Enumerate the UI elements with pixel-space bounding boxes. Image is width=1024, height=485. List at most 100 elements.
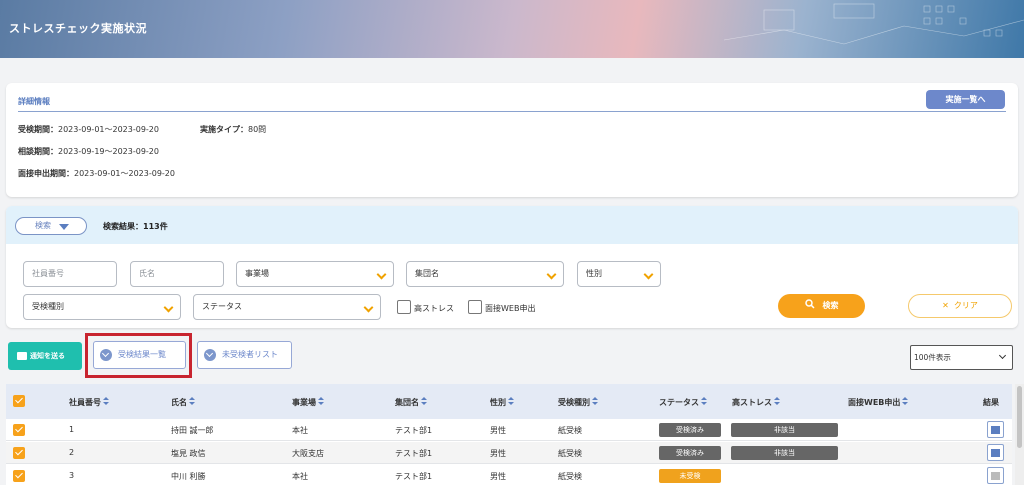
scrollbar[interactable]: [1015, 384, 1024, 485]
cell-name: 持田 誠一郎: [171, 426, 214, 435]
col-web-interview[interactable]: 面接WEB申出: [848, 397, 909, 408]
cell-gender: 男性: [490, 472, 506, 481]
chevron-down-icon: [998, 351, 1007, 360]
interview-period: 面接申出期間：2023-09-01～2023-09-20: [18, 168, 175, 179]
cell-exam-type: 紙受検: [558, 426, 582, 435]
sort-icon: [774, 397, 780, 406]
close-icon: ✕: [942, 301, 949, 310]
col-result: 結果: [983, 398, 999, 407]
cell-exam-type: 紙受検: [558, 449, 582, 458]
chevron-down-icon: [163, 302, 174, 313]
chevron-down-icon: [546, 269, 557, 280]
sort-icon: [103, 397, 109, 406]
search-toggle-label: 検索: [35, 221, 51, 230]
implementation-list-button[interactable]: 実施一覧へ: [926, 90, 1005, 109]
col-group[interactable]: 集団名: [395, 397, 427, 408]
mail-icon: [17, 352, 27, 360]
unexamined-list-label: 未受検者リスト: [222, 350, 278, 359]
search-toggle-button[interactable]: 検索: [15, 217, 87, 235]
sort-icon: [508, 397, 514, 406]
col-exam-type[interactable]: 受検種別: [558, 397, 598, 408]
row-checkbox[interactable]: [13, 447, 25, 459]
send-notification-label: 通知を送る: [30, 352, 65, 360]
exam-type-label: 実施タイプ：: [200, 125, 248, 134]
col-status[interactable]: ステータス: [659, 397, 707, 408]
cell-employee-number: 1: [69, 425, 75, 434]
status-badge: 受検済み: [659, 446, 721, 460]
row-checkbox[interactable]: [13, 470, 25, 482]
consult-period-label: 相談期間：: [18, 147, 58, 156]
office-select[interactable]: 事業場: [236, 261, 394, 287]
cell-group: テスト部1: [395, 472, 433, 481]
col-name-label: 氏名: [171, 398, 187, 407]
col-employee-number-label: 社員番号: [69, 398, 101, 407]
search-button-label: 検索: [822, 301, 839, 310]
gender-select-value: 性別: [586, 269, 602, 278]
exam-period-label: 受検期間：: [18, 125, 58, 134]
high-stress-checkbox[interactable]: [397, 300, 411, 314]
cell-exam-type: 紙受検: [558, 472, 582, 481]
office-select-value: 事業場: [245, 269, 269, 278]
group-select[interactable]: 集団名: [406, 261, 564, 287]
row-checkbox[interactable]: [13, 424, 25, 436]
col-employee-number[interactable]: 社員番号: [69, 397, 109, 408]
per-page-value: 100件表示: [914, 353, 951, 362]
col-status-label: ステータス: [659, 398, 699, 407]
col-high-stress-label: 高ストレス: [732, 398, 772, 407]
page-banner: ストレスチェック実施状況: [0, 0, 1024, 58]
cell-name: 中川 利勝: [171, 472, 206, 481]
table-row: 3 中川 利勝 本社 テスト部1 男性 紙受検 未受検: [6, 465, 1012, 485]
name-input[interactable]: 氏名: [130, 261, 224, 287]
detail-heading: 詳細情報: [18, 97, 50, 106]
page-title: ストレスチェック実施状況: [9, 22, 147, 35]
cell-office: 本社: [292, 426, 308, 435]
unexamined-list-button[interactable]: 未受検者リスト: [197, 341, 292, 369]
send-notification-button[interactable]: 通知を送る: [8, 342, 82, 370]
clear-button-label: クリア: [953, 301, 978, 310]
per-page-select[interactable]: 100件表示: [910, 345, 1013, 370]
cell-office: 本社: [292, 472, 308, 481]
col-office[interactable]: 事業場: [292, 397, 324, 408]
web-interview-checkbox[interactable]: [468, 300, 482, 314]
download-icon: [204, 349, 216, 361]
select-all-checkbox[interactable]: [13, 395, 25, 407]
high-stress-badge: 非該当: [731, 423, 838, 437]
bar-chart-icon: [991, 426, 1000, 434]
sort-icon: [421, 397, 427, 406]
clear-button[interactable]: ✕ クリア: [908, 294, 1012, 318]
bar-chart-icon: [991, 449, 1000, 457]
group-select-value: 集団名: [415, 269, 439, 278]
exam-type-value: 80問: [248, 125, 267, 134]
result-button[interactable]: [987, 444, 1004, 461]
consult-period: 相談期間：2023-09-19～2023-09-20: [18, 146, 159, 157]
gender-select[interactable]: 性別: [577, 261, 661, 287]
col-gender[interactable]: 性別: [490, 397, 514, 408]
sort-icon: [592, 397, 598, 406]
chevron-down-icon: [376, 269, 387, 280]
scrollbar-thumb[interactable]: [1017, 386, 1022, 448]
detail-divider: [18, 111, 1006, 112]
cell-gender: 男性: [490, 426, 506, 435]
col-name[interactable]: 氏名: [171, 397, 195, 408]
col-high-stress[interactable]: 高ストレス: [732, 397, 780, 408]
status-select[interactable]: ステータス: [193, 294, 381, 320]
search-icon: [804, 299, 815, 309]
result-button[interactable]: [987, 467, 1004, 484]
chevron-down-icon: [363, 302, 374, 313]
col-office-label: 事業場: [292, 398, 316, 407]
cell-gender: 男性: [490, 449, 506, 458]
exam-period: 受検期間：2023-09-01～2023-09-20: [18, 124, 159, 135]
bar-chart-icon: [991, 472, 1000, 480]
search-panel: 検索 検索結果：113件 社員番号 氏名 事業場 集団名 性別 受検種別 ステー…: [6, 206, 1018, 328]
employee-number-input[interactable]: 社員番号: [23, 261, 117, 287]
high-stress-label: 高ストレス: [414, 304, 454, 313]
exam-type-select[interactable]: 受検種別: [23, 294, 181, 320]
cell-group: テスト部1: [395, 449, 433, 458]
sort-icon: [701, 397, 707, 406]
result-button[interactable]: [987, 421, 1004, 438]
status-badge: 未受検: [659, 469, 721, 483]
exam-results-list-button[interactable]: 受検結果一覧: [93, 341, 186, 369]
table-header: 社員番号 氏名 事業場 集団名 性別 受検種別 ステータス 高ストレス 面接WE…: [6, 384, 1012, 419]
sort-icon: [902, 397, 909, 406]
search-button[interactable]: 検索: [778, 294, 865, 318]
